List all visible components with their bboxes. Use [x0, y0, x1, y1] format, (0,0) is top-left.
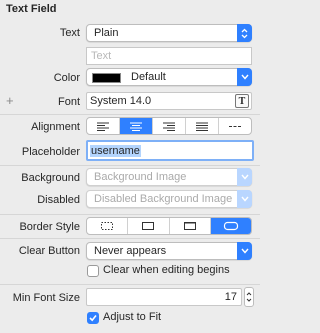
disabled-background-popup[interactable]: Disabled Background Image	[86, 190, 252, 208]
clear-when-editing-checkbox[interactable]	[87, 265, 99, 277]
border-style-label: Border Style	[19, 221, 80, 233]
text-label: Text	[59, 27, 80, 39]
adjust-to-fit-checkbox[interactable]	[87, 312, 99, 324]
align-center-icon[interactable]	[120, 118, 153, 134]
border-none-icon[interactable]	[87, 218, 129, 234]
popup-chevron-icon	[237, 190, 252, 208]
font-picker-icon[interactable]: T	[235, 94, 249, 108]
background-popup[interactable]: Background Image	[86, 168, 252, 186]
clear-button-popup[interactable]: Never appears	[86, 242, 252, 260]
popup-chevron-icon	[237, 68, 252, 86]
disabled-placeholder: Disabled Background Image	[94, 193, 233, 205]
align-justified-icon[interactable]	[186, 118, 219, 134]
color-swatch	[92, 73, 121, 83]
text-value-placeholder: Text	[91, 50, 112, 62]
section-title: Text Field	[6, 3, 57, 15]
font-value: System 14.0	[90, 95, 152, 107]
clear-button-value: Never appears	[94, 245, 167, 257]
color-value: Default	[131, 71, 166, 83]
border-style-segmented-control[interactable]	[86, 217, 252, 235]
adjust-to-fit-label: Adjust to Fit	[103, 311, 162, 323]
clear-button-label: Clear Button	[18, 245, 80, 257]
text-value-input[interactable]: Text	[86, 47, 252, 65]
text-style-value: Plain	[94, 27, 119, 39]
border-bezel-icon[interactable]	[170, 218, 211, 234]
min-font-size-stepper[interactable]	[244, 287, 254, 307]
min-font-size-input[interactable]: 17	[86, 288, 242, 306]
align-natural-icon[interactable]	[219, 118, 251, 134]
min-font-size-label: Min Font Size	[12, 292, 80, 304]
popup-chevron-icon	[237, 242, 252, 260]
alignment-label: Alignment	[31, 121, 80, 133]
color-popup[interactable]: Default	[86, 68, 252, 86]
font-label: Font	[57, 96, 80, 108]
min-font-size-value: 17	[224, 291, 237, 303]
border-rounded-icon[interactable]	[210, 218, 251, 234]
placeholder-value: username	[90, 145, 141, 157]
popup-chevron-icon	[237, 168, 252, 186]
popup-stepper-icon	[237, 24, 252, 42]
color-label: Color	[53, 72, 80, 84]
align-left-icon[interactable]	[87, 118, 120, 134]
background-label: Background	[21, 172, 80, 184]
placeholder-label: Placeholder	[21, 146, 80, 158]
text-style-popup[interactable]: Plain	[86, 24, 252, 42]
clear-when-editing-label: Clear when editing begins	[103, 264, 230, 276]
placeholder-input[interactable]: username	[86, 140, 254, 161]
disabled-label: Disabled	[37, 194, 80, 206]
alignment-segmented-control[interactable]	[86, 117, 252, 135]
align-right-icon[interactable]	[153, 118, 186, 134]
background-placeholder: Background Image	[94, 171, 187, 183]
font-field[interactable]: System 14.0 T	[86, 92, 252, 110]
border-line-icon[interactable]	[128, 218, 170, 234]
